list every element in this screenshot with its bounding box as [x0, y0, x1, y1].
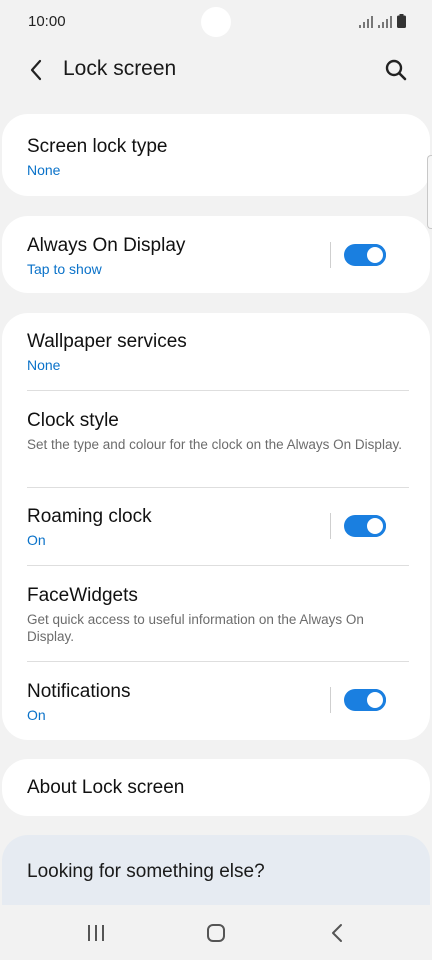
- signal-icon: [359, 16, 373, 28]
- home-icon: [207, 924, 225, 942]
- battery-icon: [397, 14, 406, 28]
- status-icons: [359, 14, 406, 28]
- nav-back-button[interactable]: [322, 918, 352, 948]
- home-button[interactable]: [201, 918, 231, 948]
- camera-cutout: [201, 7, 231, 37]
- clock-style-title: Clock style: [27, 410, 119, 431]
- status-bar: 10:00: [0, 0, 432, 44]
- status-time: 10:00: [28, 13, 66, 30]
- clock-style-description: Set the type and colour for the clock on…: [27, 437, 402, 452]
- recent-apps-button[interactable]: [81, 918, 111, 948]
- screen-lock-row[interactable]: Screen lock type None: [2, 114, 430, 179]
- back-icon: [332, 924, 342, 942]
- toggle-track: [344, 244, 386, 266]
- clock-style-row[interactable]: Clock style Set the type and colour for …: [2, 409, 430, 453]
- app-bar: Lock screen: [0, 44, 432, 96]
- signal-icon-2: [378, 16, 392, 28]
- wallpaper-services-value: None: [27, 357, 61, 373]
- divider: [27, 390, 409, 391]
- about-card[interactable]: About Lock screen: [2, 759, 430, 816]
- recent-apps-icon: [88, 925, 104, 941]
- wallpaper-services-title: Wallpaper services: [27, 331, 187, 352]
- page-title: Lock screen: [63, 57, 177, 80]
- aod-toggle[interactable]: [330, 241, 402, 269]
- notifications-toggle[interactable]: [330, 686, 402, 714]
- roaming-clock-toggle[interactable]: [330, 512, 402, 540]
- about-title: About Lock screen: [27, 777, 185, 798]
- toggle-track: [344, 689, 386, 711]
- toggle-divider: [330, 513, 331, 539]
- toggle-divider: [330, 242, 331, 268]
- search-icon: [385, 59, 407, 81]
- help-heading: Looking for something else?: [27, 861, 265, 882]
- toggle-knob: [364, 515, 386, 537]
- toggle-knob: [364, 244, 386, 266]
- screen-lock-card[interactable]: Screen lock type None: [2, 114, 430, 196]
- chevron-left-icon: [30, 59, 42, 81]
- screen-lock-title: Screen lock type: [27, 136, 168, 157]
- looking-for-something-else-card: Looking for something else?: [2, 835, 430, 915]
- screen-lock-value: None: [27, 162, 61, 178]
- scroll-indicator[interactable]: [427, 155, 432, 229]
- wallpaper-services-row[interactable]: Wallpaper services None: [2, 330, 430, 374]
- toggle-divider: [330, 687, 331, 713]
- toggle-track: [344, 515, 386, 537]
- divider: [27, 661, 409, 662]
- facewidgets-row[interactable]: FaceWidgets Get quick access to useful i…: [2, 584, 430, 645]
- navigation-bar: [0, 905, 432, 960]
- back-button[interactable]: [20, 54, 52, 86]
- toggle-knob: [364, 689, 386, 711]
- facewidgets-title: FaceWidgets: [27, 585, 138, 606]
- facewidgets-description: Get quick access to useful information o…: [27, 612, 364, 644]
- divider: [27, 487, 409, 488]
- aod-card[interactable]: Always On Display Tap to show: [2, 216, 430, 293]
- search-button[interactable]: [380, 54, 412, 86]
- about-row[interactable]: About Lock screen: [2, 759, 430, 800]
- divider: [27, 565, 409, 566]
- lock-settings-card: Wallpaper services None Clock style Set …: [2, 313, 430, 740]
